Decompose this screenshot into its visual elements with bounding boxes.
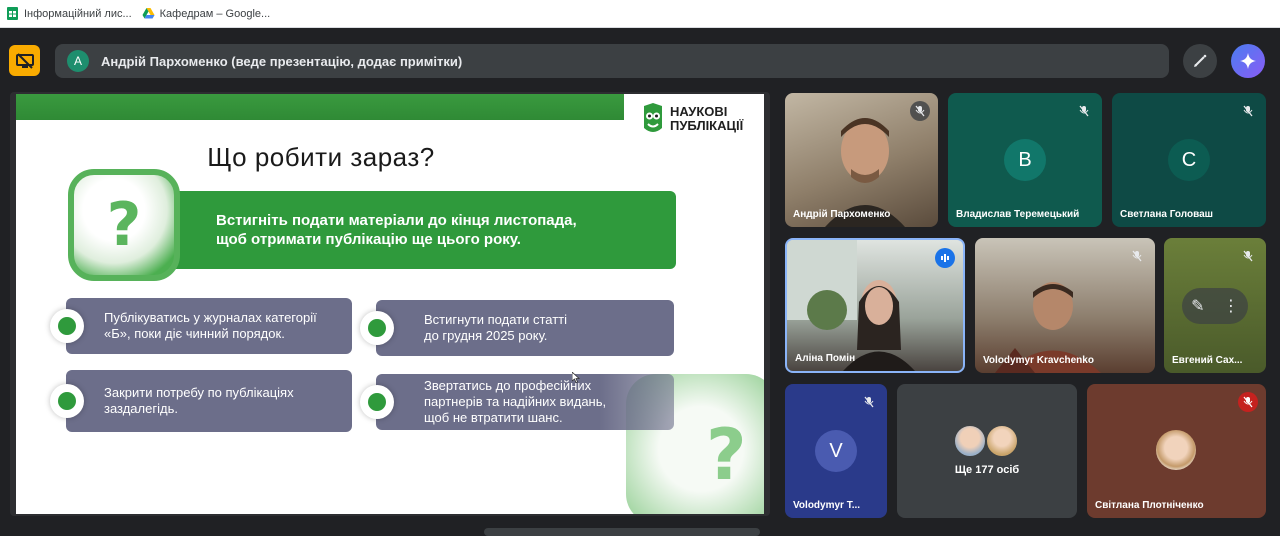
- bullet-icon: [360, 385, 394, 419]
- participant-name: Евгений Сах...: [1172, 355, 1243, 366]
- bookmark-drive[interactable]: Кафедрам – Google...: [142, 7, 271, 20]
- pin-icon[interactable]: ✎: [1191, 296, 1204, 316]
- question-mark-icon: ?: [106, 190, 142, 260]
- avatar: V: [815, 430, 857, 472]
- bullet-icon: [50, 309, 84, 343]
- presenter-text: Андрій Пархоменко (веде презентацію, дод…: [101, 53, 463, 69]
- list-item: Звертатись до професійних партнерів та н…: [376, 374, 674, 430]
- speaking-indicator-icon: [935, 248, 955, 268]
- participant-tile[interactable]: Volodymyr Kravchenko: [975, 238, 1155, 373]
- avatar: [953, 424, 987, 458]
- list-item: Встигнути подати статті до грудня 2025 р…: [376, 300, 674, 356]
- scrollbar[interactable]: [484, 528, 760, 536]
- slide-header-bar: [16, 94, 626, 120]
- participant-tile[interactable]: V Volodymyr T...: [785, 384, 887, 518]
- participant-name: Андрій Пархоменко: [793, 209, 891, 220]
- callout-banner: Встигніть подати матеріали до кінця лист…: [166, 191, 676, 269]
- participant-tile[interactable]: С Светлана Головаш: [1112, 93, 1266, 227]
- bullet-icon: [360, 311, 394, 345]
- tile-controls[interactable]: ✎ ⋮: [1182, 288, 1248, 324]
- participant-tile[interactable]: Андрій Пархоменко: [785, 93, 938, 227]
- banner-text: Встигніть подати матеріали до кінця лист…: [216, 212, 577, 248]
- participant-tile[interactable]: ✎ ⋮ Евгений Сах...: [1164, 238, 1266, 373]
- mic-off-icon: [859, 392, 879, 412]
- bookmark-sheets[interactable]: Інформаційний лис...: [6, 7, 132, 20]
- presentation-slide: НАУКОВІ ПУБЛІКАЦІЇ Що робити зараз? Всти…: [16, 94, 764, 514]
- stop-presenting-button[interactable]: [9, 45, 40, 76]
- participant-name: Аліна Помін: [795, 353, 856, 364]
- avatar: С: [1168, 139, 1210, 181]
- meet-window: A Андрій Пархоменко (веде презентацію, д…: [0, 28, 1280, 536]
- question-bubble-icon: ?: [68, 169, 180, 281]
- more-participants-tile[interactable]: Ще 177 осіб: [897, 384, 1077, 518]
- mic-off-icon: [1127, 246, 1147, 266]
- participant-name: Світлана Плотніченко: [1095, 500, 1204, 511]
- mic-off-icon: [1238, 392, 1258, 412]
- mic-off-icon: [1238, 101, 1258, 121]
- more-options-icon[interactable]: ⋮: [1223, 296, 1239, 316]
- drive-icon: [142, 7, 155, 20]
- bookmarks-bar: Інформаційний лис... Кафедрам – Google..…: [0, 0, 1280, 28]
- cursor-icon: [571, 371, 581, 386]
- more-participants-label: Ще 177 осіб: [954, 464, 1020, 476]
- presenter-banner: A Андрій Пархоменко (веде презентацію, д…: [55, 44, 1169, 78]
- mic-off-icon: [910, 101, 930, 121]
- participant-name: Светлана Головаш: [1120, 209, 1213, 220]
- logo-line-2: ПУБЛІКАЦІЇ: [670, 118, 744, 133]
- participant-tile[interactable]: В Владислав Теремецький: [948, 93, 1102, 227]
- list-item: Закрити потребу по публікаціях заздалегі…: [66, 370, 352, 432]
- mic-off-icon: [1074, 101, 1094, 121]
- participant-name: Volodymyr T...: [793, 500, 861, 511]
- screen-off-icon: [15, 52, 34, 69]
- bullet-icon: [50, 384, 84, 418]
- list-item: Публікуватись у журналах категорії «Б», …: [66, 298, 352, 354]
- annotate-button[interactable]: [1183, 44, 1217, 78]
- participant-tile-active-speaker[interactable]: Аліна Помін: [785, 238, 965, 373]
- participant-name: Volodymyr Kravchenko: [983, 355, 1094, 366]
- presenter-avatar: A: [67, 50, 89, 72]
- sparkle-icon: [1240, 53, 1256, 69]
- question-mark-icon: ?: [706, 414, 747, 496]
- avatar: В: [1004, 139, 1046, 181]
- logo: НАУКОВІ ПУБЛІКАЦІЇ: [624, 94, 764, 144]
- sheets-icon: [6, 7, 19, 20]
- bookmark-label: Інформаційний лис...: [24, 7, 132, 20]
- gemini-button[interactable]: [1231, 44, 1265, 78]
- owl-icon: [644, 103, 662, 132]
- avatar: [985, 424, 1019, 458]
- logo-line-1: НАУКОВІ: [670, 104, 728, 119]
- avatar: [1156, 430, 1196, 470]
- mic-off-icon: [1238, 246, 1258, 266]
- bookmark-label: Кафедрам – Google...: [159, 7, 271, 20]
- logo-text: НАУКОВІ ПУБЛІКАЦІЇ: [670, 105, 743, 133]
- pen-icon: [1194, 54, 1207, 67]
- participant-tile[interactable]: Світлана Плотніченко: [1087, 384, 1266, 518]
- participant-name: Владислав Теремецький: [956, 209, 1080, 220]
